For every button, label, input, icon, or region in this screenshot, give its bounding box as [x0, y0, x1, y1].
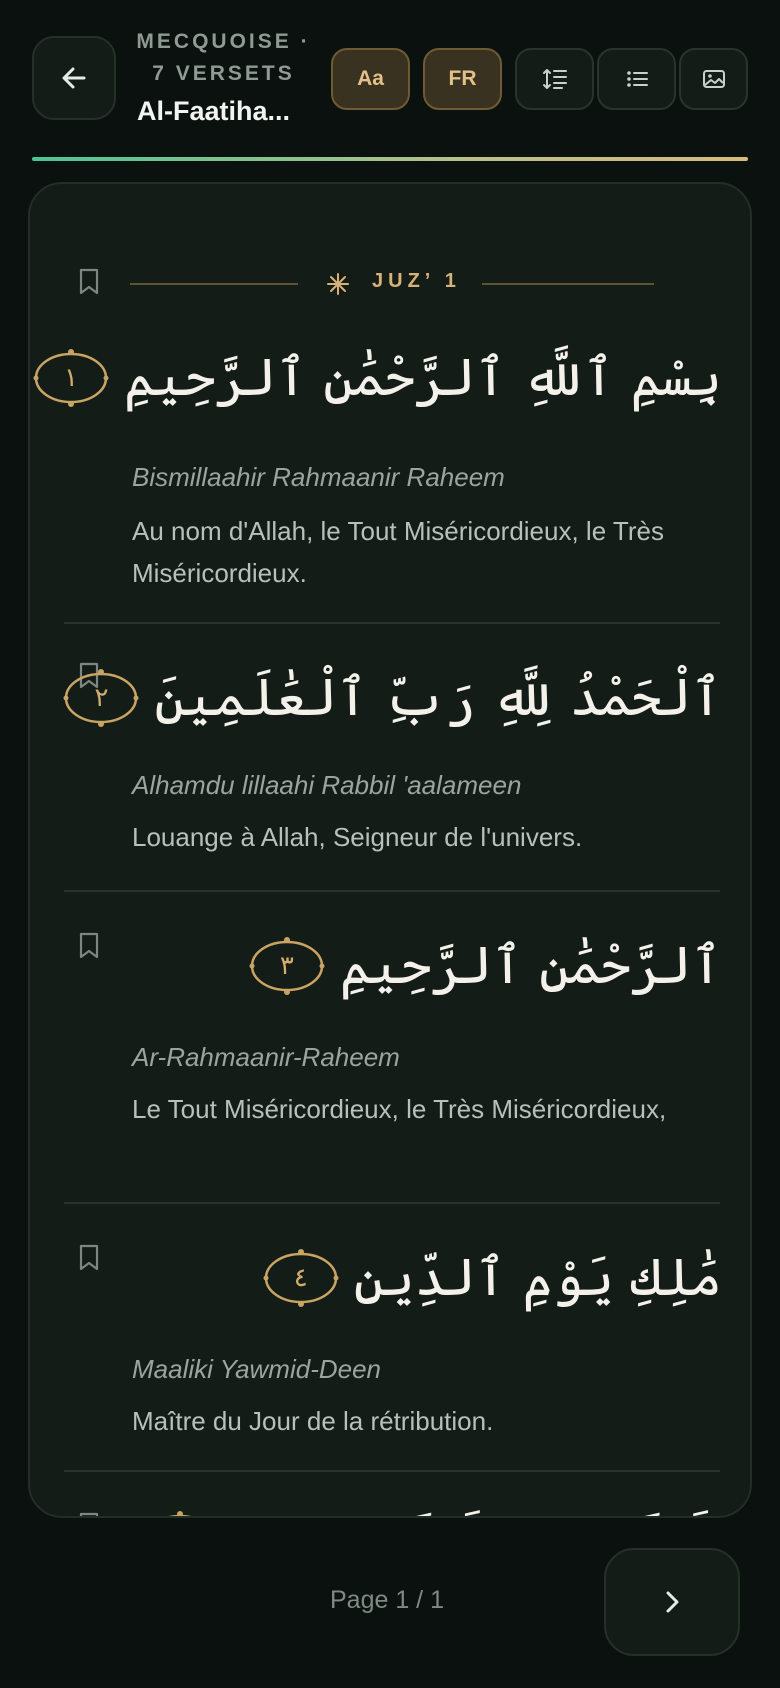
translation: Maître du Jour de la rétribution. [132, 1406, 494, 1436]
font-size-label: Aa [357, 67, 384, 90]
transliteration: Bismillaahir Rahmaanir Raheem [132, 462, 505, 492]
translation: Louange à Allah, Seigneur de l'univers. [132, 822, 583, 852]
back-button[interactable] [32, 36, 116, 120]
chevron-right-icon [666, 1591, 679, 1613]
verse-count: 7 VERSETS [152, 62, 295, 85]
juz-label: JUZ’ 1 [372, 270, 461, 292]
next-page-button[interactable] [604, 1548, 740, 1656]
bookmark-icon[interactable] [78, 1512, 100, 1518]
transliteration: Ar-Rahmaanir-Raheem [132, 1042, 400, 1072]
transliteration: Alhamdu lillaahi Rabbil 'aalameen [132, 770, 522, 800]
verse-number: ١ [63, 363, 78, 393]
arabic-text: إِيَّاكَ نَعْبُدُ وَإِيَّاكَ نَسْتَعِينُ… [141, 1500, 722, 1516]
line-spacing-button[interactable] [515, 48, 594, 110]
arabic-verse: مَٰلِكِ يَوْمِ ٱلدِّينِ [353, 1248, 722, 1308]
verse-list-button[interactable] [597, 48, 676, 110]
translation: Le Tout Miséricordieux, le Très Misérico… [132, 1094, 667, 1124]
verse-number-marker: ٥ [141, 1508, 219, 1516]
arabic-verse: إِيَّاكَ نَعْبُدُ وَإِيَّاكَ نَسْتَعِينُ [233, 1500, 722, 1516]
language-label: FR [448, 67, 477, 90]
verse-number: ٤ [293, 1263, 308, 1293]
juz-divider-left [130, 283, 298, 285]
verse-divider [64, 1470, 720, 1472]
image-icon [702, 70, 725, 88]
verse-number-marker: ٤ [262, 1246, 340, 1310]
transliteration: Maaliki Yawmid-Deen [132, 1354, 382, 1384]
verse-divider [64, 890, 720, 892]
header: MECQUOISE · 7 VERSETS Al-Faatiha... Aa F… [0, 0, 780, 170]
juz-divider-right [482, 283, 654, 285]
verses-card[interactable]: JUZ’ 1 بِسْمِ ٱللَّهِ ٱلرَّحْمَٰنِ ٱلرَّ… [28, 182, 752, 1518]
reading-progress-bar [32, 157, 748, 161]
surah-info: MECQUOISE · 7 VERSETS Al-Faatiha... [126, 26, 321, 127]
juz-header: JUZ’ 1 [30, 266, 750, 302]
verse-number-marker: ٣ [248, 934, 326, 998]
arabic-text: ٱلرَّحْمَٰنِ ٱلرَّحِيمِ ٣ [248, 926, 722, 1006]
verse-number: ٢ [94, 683, 109, 713]
verse-number: ٥ [141, 1508, 219, 1516]
arabic-text: ٱلْحَمْدُ لِلَّهِ رَبِّ ٱلْعَٰلَمِينَ ٢ [62, 658, 722, 738]
surah-title: Al-Faatiha... [137, 96, 291, 126]
arabic-text: مَٰلِكِ يَوْمِ ٱلدِّينِ ٤ [262, 1238, 722, 1318]
page-indicator: Page 1 / 1 [330, 1586, 444, 1614]
arabic-text: بِسْمِ ٱللَّهِ ٱلرَّحْمَٰنِ ٱلرَّحِيمِ ١ [32, 338, 722, 418]
bookmark-icon[interactable] [78, 932, 100, 960]
arabic-verse: ٱلرَّحْمَٰنِ ٱلرَّحِيمِ [339, 936, 722, 996]
share-image-button[interactable] [679, 48, 748, 110]
verse-divider [64, 622, 720, 624]
arabic-verse: بِسْمِ ٱللَّهِ ٱلرَّحْمَٰنِ ٱلرَّحِيمِ [123, 348, 722, 408]
back-arrow-icon [62, 67, 86, 89]
list-icon [626, 71, 648, 87]
verse-divider [64, 1202, 720, 1204]
translation: Au nom d'Allah, le Tout Miséricordieux, … [132, 516, 664, 588]
verse-number-marker: ٢ [62, 666, 140, 730]
arabic-verse: ٱلْحَمْدُ لِلَّهِ رَبِّ ٱلْعَٰلَمِينَ [154, 668, 722, 728]
bookmark-icon[interactable] [78, 268, 100, 296]
verse-number-marker: ١ [32, 346, 110, 410]
font-size-button[interactable]: Aa [331, 48, 410, 110]
revelation-type: MECQUOISE · [136, 30, 311, 53]
star-icon [327, 273, 349, 295]
line-spacing-icon [542, 69, 567, 89]
verse-number: ٣ [279, 951, 294, 981]
bookmark-icon[interactable] [78, 1244, 100, 1272]
language-button[interactable]: FR [423, 48, 502, 110]
